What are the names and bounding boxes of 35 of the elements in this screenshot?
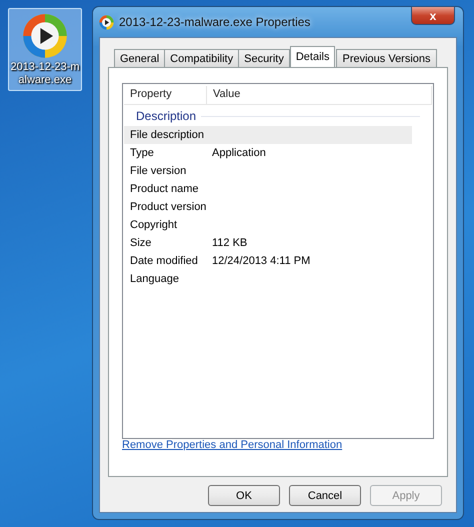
- list-row[interactable]: Product name: [124, 180, 412, 198]
- list-row[interactable]: Date modified 12/24/2013 4:11 PM: [124, 252, 412, 270]
- list-row[interactable]: File version: [124, 162, 412, 180]
- property-name: Date modified: [129, 255, 199, 267]
- tab[interactable]: Previous Versions: [336, 49, 437, 67]
- close-button[interactable]: x: [411, 6, 455, 25]
- property-name: Type: [129, 147, 155, 159]
- list-row[interactable]: Language: [124, 270, 412, 288]
- icon-label: 2013-12-23-malware.exe: [9, 61, 81, 87]
- tab[interactable]: General: [114, 49, 166, 67]
- property-name: Size: [129, 237, 152, 249]
- window-title: 2013-12-23-malware.exe Properties: [119, 15, 310, 29]
- column-header[interactable]: Property: [124, 86, 207, 104]
- property-value: 112 KB: [212, 237, 248, 249]
- tab[interactable]: Security: [238, 49, 290, 67]
- property-name: File version: [129, 165, 188, 177]
- property-name: File description: [129, 129, 205, 141]
- property-value: 12/24/2013 4:11 PM: [212, 255, 310, 267]
- column-header[interactable]: Value: [207, 86, 432, 104]
- list-row[interactable]: Copyright: [124, 216, 412, 234]
- tab[interactable]: Details: [290, 46, 336, 67]
- property-value: Application: [212, 147, 266, 159]
- tab[interactable]: Compatibility: [164, 49, 240, 67]
- dialog-button[interactable]: OK: [208, 485, 280, 506]
- property-name: Language: [129, 273, 180, 285]
- dialog-button[interactable]: Cancel: [289, 485, 361, 506]
- remove-properties-link[interactable]: Remove Properties and Personal Information: [122, 439, 342, 451]
- list-row[interactable]: Product version: [124, 198, 412, 216]
- list-row[interactable]: Size 112 KB: [124, 234, 412, 252]
- property-name: Product version: [129, 201, 208, 213]
- list-row[interactable]: File description: [124, 126, 412, 144]
- group-header: Description: [136, 109, 196, 123]
- list-row[interactable]: Type Application: [124, 144, 412, 162]
- property-name: Copyright: [129, 219, 178, 231]
- property-name: Product name: [129, 183, 200, 195]
